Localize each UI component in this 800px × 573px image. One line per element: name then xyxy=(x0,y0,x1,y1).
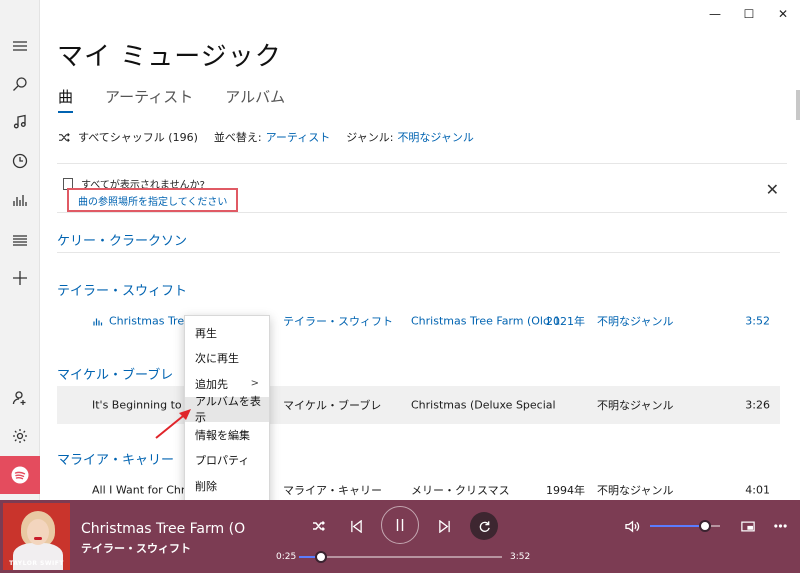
now-playing-title[interactable]: Christmas Tree Farm (Old F xyxy=(81,521,246,537)
maximize-button[interactable]: ☐ xyxy=(732,0,766,28)
sort-label: 並べ替え: xyxy=(213,131,262,144)
tab-artists[interactable]: アーティスト xyxy=(105,86,193,113)
recent-clock-icon[interactable] xyxy=(0,143,40,179)
menu-item-delete[interactable]: 削除 xyxy=(185,473,269,499)
pause-button[interactable] xyxy=(381,506,419,544)
menu-item-properties[interactable]: プロパティ xyxy=(185,448,269,474)
volume-slider[interactable] xyxy=(650,520,720,532)
group-header[interactable]: テイラー・スウィフト xyxy=(57,280,187,299)
menu-item-add-to-label: 追加先 xyxy=(195,377,228,391)
hamburger-menu-icon[interactable] xyxy=(0,28,40,64)
skip-next-icon xyxy=(438,519,450,533)
more-dots-icon xyxy=(773,524,787,528)
song-album: メリー・クリスマス xyxy=(411,484,510,497)
scrollbar-thumb[interactable] xyxy=(796,90,800,120)
more-options-button[interactable] xyxy=(770,516,790,536)
song-duration: 3:52 xyxy=(745,314,770,328)
annotation-arrow-icon xyxy=(155,409,191,439)
window-controls: — ☐ ✕ xyxy=(698,0,800,28)
tab-albums[interactable]: アルバム xyxy=(225,86,285,113)
repeat-icon xyxy=(479,520,490,532)
menu-item-play-next[interactable]: 次に再生 xyxy=(185,346,269,372)
art-face xyxy=(27,519,49,545)
now-playing-bars-icon[interactable] xyxy=(0,182,40,218)
chevron-right-icon: > xyxy=(250,378,259,390)
group-header[interactable]: ケリー・クラークソン xyxy=(57,230,187,249)
context-menu: 再生 次に再生 追加先 > アルバムを表示 情報を編集 プロパティ 削除 選択 xyxy=(184,315,270,531)
volume-slider-fill xyxy=(650,525,705,527)
song-duration: 4:01 xyxy=(745,483,770,497)
song-genre: 不明なジャンル xyxy=(597,315,674,328)
shuffle-icon xyxy=(313,521,325,531)
album-art[interactable]: TAYLOR SWIFT xyxy=(3,503,70,570)
notice-close-icon[interactable]: ✕ xyxy=(766,180,779,199)
album-art-text: TAYLOR SWIFT xyxy=(9,560,64,567)
close-window-button[interactable]: ✕ xyxy=(766,0,800,28)
repeat-button[interactable] xyxy=(470,512,498,540)
search-icon[interactable] xyxy=(0,66,40,102)
genre-label: ジャンル: xyxy=(346,131,394,144)
total-time: 3:52 xyxy=(510,552,531,562)
song-artist: テイラー・スウィフト xyxy=(283,315,393,328)
account-icon[interactable] xyxy=(0,380,40,416)
missing-songs-notice: すべてが表示されませんか? 曲の参照場所を指定してください ✕ xyxy=(57,163,787,213)
skip-previous-icon xyxy=(350,519,362,533)
sort-dropdown[interactable]: アーティスト xyxy=(266,129,331,145)
art-lips xyxy=(34,537,42,540)
divider xyxy=(57,252,780,253)
previous-button[interactable] xyxy=(346,516,366,536)
nav-rail xyxy=(0,0,40,500)
group-header[interactable]: マイケル・ブーブレ xyxy=(57,364,173,383)
volume-icon xyxy=(624,520,639,532)
song-genre: 不明なジャンル xyxy=(597,484,674,497)
now-playing-artist[interactable]: テイラー・スウィフト xyxy=(81,540,191,556)
now-playing-bars-icon xyxy=(93,318,103,326)
song-artist: マライア・キャリー xyxy=(283,484,382,497)
shuffle-icon xyxy=(59,132,70,142)
seek-bar[interactable] xyxy=(299,551,502,563)
now-playing-bar: TAYLOR SWIFT Christmas Tree Farm (Old F … xyxy=(0,500,800,573)
toolbar: すべてシャッフル (196) 並べ替え: アーティスト ジャンル: 不明なジャン… xyxy=(58,129,474,145)
volume-button[interactable] xyxy=(622,516,642,536)
add-icon[interactable] xyxy=(0,260,40,296)
music-note-icon[interactable] xyxy=(0,104,40,140)
view-tabs: 曲 アーティスト アルバム xyxy=(58,86,317,113)
tab-songs[interactable]: 曲 xyxy=(58,86,74,113)
shuffle-button[interactable] xyxy=(309,516,329,536)
song-genre: 不明なジャンル xyxy=(597,399,674,412)
mini-player-button[interactable] xyxy=(738,516,758,536)
table-row[interactable]: Christmas Tree F テイラー・スウィフト Christmas Tr… xyxy=(57,302,780,340)
menu-item-show-album[interactable]: アルバムを表示 xyxy=(185,395,269,424)
group-header[interactable]: マライア・キャリー xyxy=(57,449,174,468)
menu-item-edit-info[interactable]: 情報を編集 xyxy=(185,422,269,448)
minimize-button[interactable]: — xyxy=(698,0,732,28)
shuffle-all-button[interactable]: すべてシャッフル (196) xyxy=(78,129,198,145)
page-title: マイ ミュージック xyxy=(57,42,282,72)
song-album: Christmas (Deluxe Special xyxy=(411,398,556,412)
pause-icon xyxy=(396,519,404,531)
song-year: 2021年 xyxy=(546,315,585,328)
song-album: Christmas Tree Farm (Old 1 xyxy=(411,314,561,328)
spotify-icon[interactable] xyxy=(0,456,40,494)
choose-music-location-link[interactable]: 曲の参照場所を指定してください xyxy=(67,188,239,212)
menu-item-play[interactable]: 再生 xyxy=(185,320,269,346)
song-title: All I Want for Chris xyxy=(92,483,195,497)
song-duration: 3:26 xyxy=(745,398,770,412)
playlists-icon[interactable] xyxy=(0,222,40,258)
elapsed-time: 0:25 xyxy=(276,552,297,562)
genre-dropdown[interactable]: 不明なジャンル xyxy=(397,129,473,145)
volume-slider-handle[interactable] xyxy=(698,520,711,532)
seek-bar-handle[interactable] xyxy=(314,551,327,563)
next-button[interactable] xyxy=(434,516,454,536)
song-artist: マイケル・ブーブレ xyxy=(283,399,382,412)
song-year: 1994年 xyxy=(546,484,585,497)
mini-player-icon xyxy=(741,521,755,531)
settings-gear-icon[interactable] xyxy=(0,418,40,454)
